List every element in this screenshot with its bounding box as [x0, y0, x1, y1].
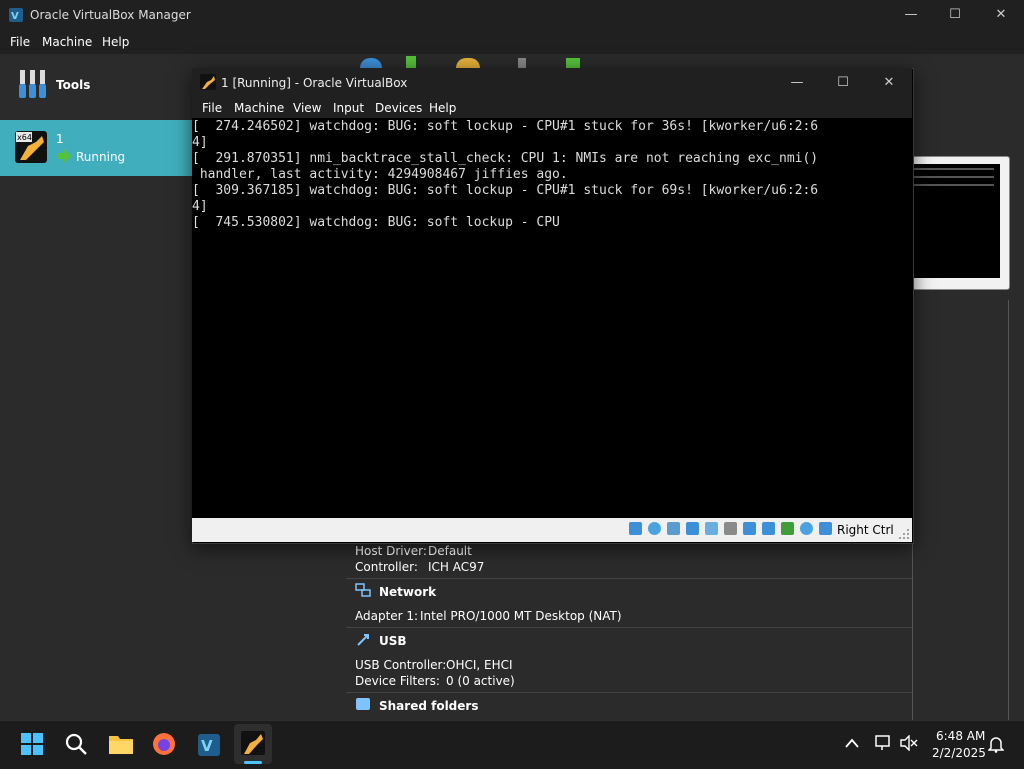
clock-time[interactable]: 6:48 AM	[936, 729, 985, 743]
console-line: 4]	[192, 135, 208, 150]
manager-minimize-button[interactable]: —	[888, 4, 934, 26]
virtualbox-taskbar-icon[interactable]: V	[196, 732, 222, 758]
optical-drive-status-icon[interactable]	[648, 522, 661, 535]
usb-filters-value: 0 (0 active)	[446, 674, 515, 688]
notification-bell-icon[interactable]	[988, 735, 1004, 753]
resize-grip-icon[interactable]	[898, 528, 910, 540]
vm-maximize-button[interactable]: ☐	[820, 72, 866, 94]
vm-close-button[interactable]: ✕	[866, 72, 912, 94]
running-arrow-icon	[57, 149, 71, 163]
vm-os-icon: x64	[15, 131, 47, 163]
discard-icon[interactable]	[518, 58, 526, 68]
vm-minimize-button[interactable]: —	[774, 72, 820, 94]
start-vm-icon[interactable]	[566, 58, 580, 68]
hard-disk-status-icon[interactable]	[629, 522, 642, 535]
vm-taskbar-icon	[241, 731, 265, 755]
section-divider	[346, 627, 912, 628]
console-line: [ 745.530802] watchdog: BUG: soft lockup…	[192, 215, 560, 230]
svg-text:V: V	[201, 737, 213, 755]
settings-gear-icon[interactable]	[456, 58, 480, 68]
console-line: [ 274.246502] watchdog: BUG: soft lockup…	[192, 119, 819, 134]
vm-menu-devices[interactable]: Devices	[375, 101, 422, 115]
usb-icon	[357, 634, 369, 646]
vm-preview-screen	[912, 164, 1000, 278]
network-icon	[355, 583, 371, 597]
network-status-icon[interactable]	[686, 522, 699, 535]
vm-menu-input[interactable]: Input	[333, 101, 364, 115]
network-tray-icon[interactable]	[874, 735, 892, 751]
vm-console-screen[interactable]: [ 274.246502] watchdog: BUG: soft lockup…	[192, 118, 912, 518]
vm-state: Running	[76, 150, 126, 164]
search-icon[interactable]	[64, 732, 88, 756]
console-line: [ 291.870351] nmi_backtrace_stall_check:…	[192, 151, 819, 166]
console-line: [ 309.367185] watchdog: BUG: soft lockup…	[192, 183, 819, 198]
volume-muted-icon[interactable]	[900, 735, 918, 751]
mouse-integration-status-icon[interactable]	[800, 522, 813, 535]
virtualbox-logo-icon: V	[9, 8, 23, 22]
console-line: 4]	[192, 199, 208, 214]
vm-window-icon	[200, 74, 216, 90]
manager-menu-file[interactable]: File	[10, 35, 30, 49]
firefox-icon[interactable]	[152, 732, 176, 756]
shared-folders-status-icon[interactable]	[724, 522, 737, 535]
usb-controller-label: USB Controller:	[355, 658, 447, 672]
usb-controller-value: OHCI, EHCI	[446, 658, 513, 672]
cpu-status-icon[interactable]	[781, 522, 794, 535]
manager-menu-help[interactable]: Help	[102, 35, 129, 49]
display-status-icon[interactable]	[743, 522, 756, 535]
host-key-label: Right Ctrl	[837, 523, 894, 537]
console-line: handler, last activity: 4294908467 jiffi…	[192, 167, 568, 182]
section-divider	[346, 578, 912, 579]
tools-icon	[19, 70, 46, 98]
vm-window-title: 1 [Running] - Oracle VirtualBox	[221, 76, 408, 90]
add-vm-icon[interactable]	[406, 56, 416, 68]
details-scrollbar[interactable]	[1008, 300, 1024, 720]
recording-status-icon[interactable]	[762, 522, 775, 535]
usb-status-icon[interactable]	[705, 522, 718, 535]
chevron-up-icon[interactable]	[845, 738, 859, 748]
network-adapter-value: Intel PRO/1000 MT Desktop (NAT)	[420, 609, 622, 623]
audio-host-driver-label: Host Driver:	[355, 544, 427, 558]
keyboard-status-icon[interactable]	[819, 522, 832, 535]
vm-menu-view[interactable]: View	[293, 101, 321, 115]
audio-host-driver-value: Default	[428, 544, 472, 558]
svg-text:V: V	[11, 11, 19, 22]
svg-text:x64: x64	[17, 133, 32, 142]
section-divider	[346, 692, 912, 693]
manager-menubar	[0, 30, 1024, 54]
tools-label: Tools	[56, 78, 91, 92]
usb-heading[interactable]: USB	[379, 634, 407, 648]
shared-folders-heading[interactable]: Shared folders	[379, 699, 478, 713]
usb-filters-label: Device Filters:	[355, 674, 440, 688]
manager-menu-machine[interactable]: Machine	[42, 35, 92, 49]
audio-controller-label: Controller:	[355, 560, 418, 574]
file-explorer-icon[interactable]	[108, 732, 134, 756]
shared-folders-icon	[356, 698, 370, 710]
vm-name: 1	[56, 132, 64, 146]
clock-date[interactable]: 2/2/2025	[932, 746, 986, 760]
start-windows-icon[interactable]	[20, 732, 44, 756]
vm-menu-machine[interactable]: Machine	[234, 101, 284, 115]
manager-close-button[interactable]: ✕	[978, 4, 1024, 26]
manager-maximize-button[interactable]: ☐	[932, 4, 978, 26]
audio-status-icon[interactable]	[667, 522, 680, 535]
network-heading[interactable]: Network	[379, 585, 436, 599]
vm-menu-file[interactable]: File	[202, 101, 222, 115]
vm-menu-help[interactable]: Help	[429, 101, 456, 115]
audio-controller-value: ICH AC97	[428, 560, 485, 574]
network-adapter-label: Adapter 1:	[355, 609, 419, 623]
manager-title: Oracle VirtualBox Manager	[30, 8, 191, 22]
active-app-indicator	[244, 761, 262, 764]
